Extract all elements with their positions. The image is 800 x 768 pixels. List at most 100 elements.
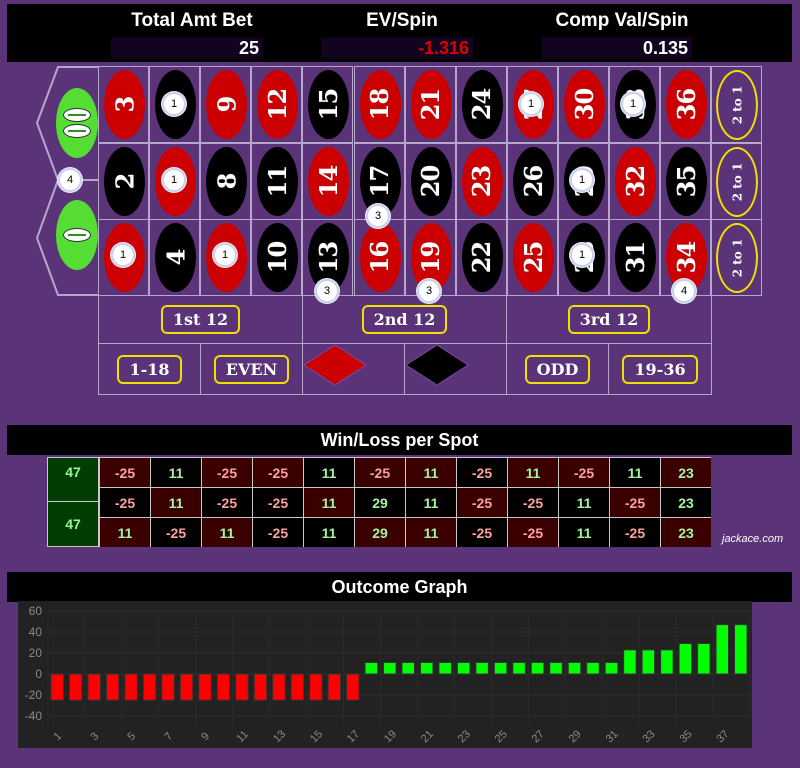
bar-11	[235, 673, 249, 701]
number-bet-14[interactable]: 14	[302, 142, 354, 220]
chip[interactable]: 1	[570, 243, 594, 267]
black-bet[interactable]	[404, 343, 507, 395]
bar-14	[290, 673, 305, 701]
chip[interactable]: 1	[519, 92, 543, 116]
zero-bet[interactable]	[56, 200, 98, 270]
number-label: 13	[314, 241, 344, 274]
winloss-cell: -25	[253, 518, 303, 547]
black-oval: 2	[104, 146, 145, 216]
number-bet-15[interactable]: 15	[302, 66, 354, 143]
winloss-cell: -25	[610, 518, 660, 547]
winloss-cell: 11	[406, 488, 456, 517]
x-tick-label: 31	[604, 728, 621, 745]
column-bet-1[interactable]: 2 to 1	[711, 219, 763, 296]
dozen-bet-1[interactable]: 1st 12	[98, 295, 303, 344]
outcome-graph: 60 40 20 0 -20 -40 1 3 5 7 9 11 13 15 17 19 21 23 25 27 29 31…	[18, 601, 752, 748]
number-bet-8[interactable]: 8	[200, 142, 252, 220]
number-label: 14	[314, 165, 344, 197]
number-bet-32[interactable]: 32	[609, 142, 660, 220]
number-bet-12[interactable]: 12	[251, 66, 303, 143]
chip[interactable]: 1	[162, 92, 186, 116]
winloss-cell: 11	[508, 458, 558, 487]
winloss-cell: 23	[661, 488, 711, 517]
red-oval: 30	[563, 70, 605, 139]
x-tick-label: 3	[88, 730, 101, 743]
outcome-chart: 6040200-20-401 3 5 7 9 11 13 15 17 19 21 23 25 27 29 31…	[25, 604, 751, 745]
black-oval: 10	[257, 223, 299, 292]
number-bet-11[interactable]: 11	[251, 142, 303, 220]
number-bet-35[interactable]: 35	[660, 142, 712, 220]
winloss-cell: -25	[202, 488, 252, 517]
column-label: 2 to 1	[730, 162, 745, 201]
bar-10	[216, 673, 231, 701]
red-bet[interactable]	[302, 343, 405, 395]
number-bet-26[interactable]: 26	[506, 142, 558, 220]
winloss-cell: -25	[508, 518, 558, 547]
chip[interactable]: 4	[58, 168, 82, 192]
chip[interactable]: 1	[570, 168, 594, 192]
bar-17	[346, 673, 360, 701]
number-label: 8	[212, 173, 242, 189]
number-bet-9[interactable]: 9	[200, 66, 252, 143]
bar-2	[68, 673, 83, 701]
number-label: 4	[161, 249, 191, 266]
red-oval: 21	[410, 70, 452, 139]
number-bet-31[interactable]: 31	[609, 219, 660, 296]
chip[interactable]: 3	[417, 279, 441, 303]
number-label: 34	[672, 241, 702, 274]
chip[interactable]: 3	[366, 204, 390, 228]
number-bet-18[interactable]: 18	[353, 66, 405, 143]
double-zero-bet[interactable]	[56, 88, 98, 158]
number-bet-20[interactable]: 20	[404, 142, 456, 220]
number-bet-36[interactable]: 36	[660, 66, 712, 143]
bar-19	[383, 661, 397, 675]
number-label: 17	[365, 165, 395, 197]
winloss-cell: 29	[355, 518, 405, 547]
chip[interactable]: 1	[111, 243, 135, 267]
number-bet-4[interactable]: 4	[149, 219, 201, 296]
number-bet-2[interactable]: 2	[98, 142, 149, 220]
high-bet[interactable]: 19-36	[608, 343, 712, 395]
number-bet-10[interactable]: 10	[251, 219, 303, 296]
bar-26	[512, 661, 526, 675]
dozen-label: 2nd 12	[361, 305, 448, 334]
x-tick-label: 35	[677, 728, 694, 745]
number-label: 24	[467, 88, 497, 121]
number-bet-22[interactable]: 22	[455, 219, 507, 296]
winloss-cell: 11	[559, 488, 609, 517]
chip[interactable]: 1	[213, 243, 237, 267]
bar-9	[198, 673, 212, 701]
y-tick-label: 20	[29, 646, 43, 660]
winloss-cell: 11	[151, 458, 201, 487]
winloss-cell: -25	[457, 488, 507, 517]
bar-34	[660, 649, 674, 675]
number-bet-16[interactable]: 16	[353, 219, 405, 296]
number-bet-30[interactable]: 30	[557, 66, 609, 143]
number-label: 30	[569, 88, 599, 121]
y-tick-label: -40	[25, 709, 43, 723]
number-bet-23[interactable]: 23	[455, 142, 507, 220]
column-bet-2[interactable]: 2 to 1	[711, 142, 763, 220]
chip[interactable]: 4	[672, 279, 696, 303]
low-bet[interactable]: 1-18	[98, 343, 201, 395]
winloss-title: Win/Loss per Spot	[7, 425, 792, 455]
number-bet-21[interactable]: 21	[404, 66, 456, 143]
number-bet-25[interactable]: 25	[506, 219, 558, 296]
chip[interactable]: 1	[162, 168, 186, 192]
y-tick-label: 40	[29, 625, 43, 639]
black-oval: 4	[155, 223, 197, 292]
chip[interactable]: 1	[621, 92, 645, 116]
x-tick-label: 37	[714, 728, 731, 745]
number-bet-3[interactable]: 3	[98, 66, 149, 143]
y-tick-label: -20	[25, 688, 43, 702]
odd-bet[interactable]: ODD	[506, 343, 609, 395]
number-label: 19	[416, 241, 446, 274]
zero-digit-icon	[63, 124, 91, 138]
even-bet[interactable]: EVEN	[200, 343, 303, 395]
column-bet-3[interactable]: 2 to 1	[711, 66, 763, 143]
number-bet-24[interactable]: 24	[455, 66, 507, 143]
chip[interactable]: 3	[315, 279, 339, 303]
dozen-bet-2[interactable]: 2nd 12	[302, 295, 507, 344]
black-oval: 20	[410, 146, 452, 216]
number-label: 3	[109, 96, 139, 113]
